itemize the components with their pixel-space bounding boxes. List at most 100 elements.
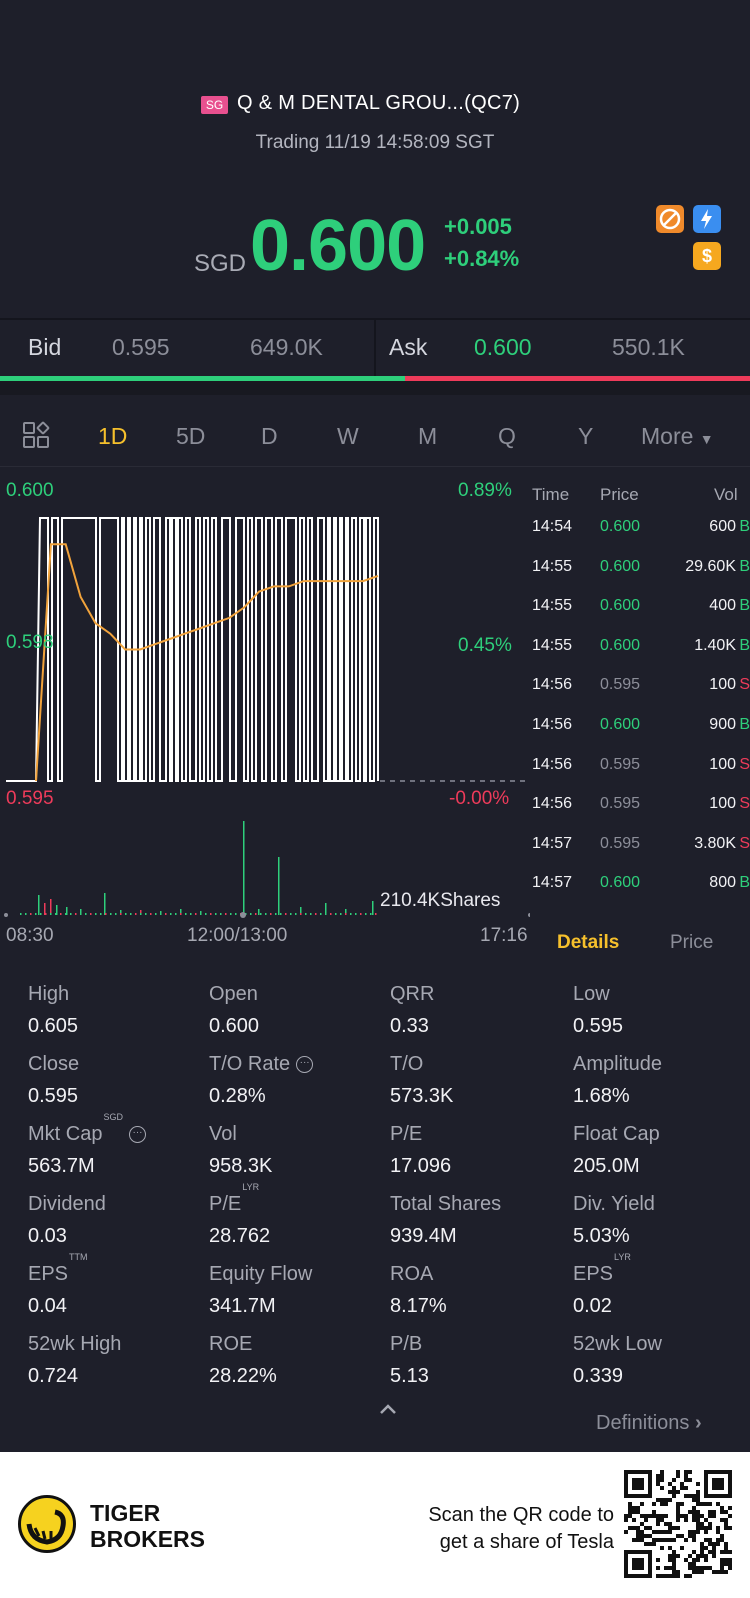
qr-code[interactable] bbox=[624, 1470, 732, 1578]
dollar-icon[interactable]: $ bbox=[693, 242, 721, 270]
volume-bar bbox=[205, 913, 207, 915]
qr-module bbox=[676, 1514, 680, 1518]
layout-grid-icon[interactable] bbox=[22, 421, 50, 454]
qr-module bbox=[696, 1510, 700, 1514]
qr-module bbox=[628, 1514, 632, 1518]
stock-name[interactable]: Q & M DENTAL GROU...(QC7) bbox=[237, 92, 520, 115]
tab-1d[interactable]: 1D bbox=[98, 423, 127, 450]
qr-module bbox=[660, 1470, 664, 1474]
tab-month[interactable]: M bbox=[418, 423, 437, 450]
qr-module bbox=[724, 1526, 728, 1530]
volume-bar bbox=[230, 913, 232, 915]
qr-module bbox=[676, 1474, 680, 1478]
trade-row: 14:56 0.595 100 S bbox=[532, 795, 750, 819]
definitions-label: Definitions bbox=[596, 1412, 690, 1434]
qr-module bbox=[688, 1494, 692, 1498]
lightning-icon[interactable] bbox=[693, 205, 721, 233]
volume-bar bbox=[30, 913, 32, 915]
qr-module bbox=[636, 1510, 640, 1514]
qr-module bbox=[720, 1506, 724, 1510]
qr-module bbox=[660, 1474, 664, 1478]
stat-label: Total Shares bbox=[390, 1193, 501, 1216]
volume-bar bbox=[320, 913, 322, 915]
stat-label-text: ROE bbox=[209, 1333, 253, 1355]
tab-price[interactable]: Price bbox=[670, 932, 713, 954]
qr-module bbox=[724, 1522, 728, 1526]
price-change: +0.005 bbox=[444, 214, 512, 239]
qr-module bbox=[656, 1482, 660, 1486]
qr-module bbox=[648, 1542, 652, 1546]
qr-module bbox=[692, 1494, 696, 1498]
tab-details[interactable]: Details bbox=[557, 932, 619, 954]
qr-module bbox=[688, 1530, 692, 1534]
qr-module bbox=[672, 1562, 676, 1566]
tab-day[interactable]: D bbox=[261, 423, 278, 450]
qr-module bbox=[704, 1546, 708, 1550]
stat-label: P/ELYR bbox=[209, 1182, 259, 1216]
tab-more[interactable]: More ▼ bbox=[641, 423, 714, 450]
volume-bar bbox=[105, 913, 107, 915]
pct-label-bottom: -0.00% bbox=[449, 788, 510, 809]
qr-module bbox=[696, 1502, 700, 1506]
qr-module bbox=[696, 1570, 700, 1574]
trades-header-vol: Vol bbox=[714, 485, 738, 504]
qr-module bbox=[724, 1542, 728, 1546]
intraday-chart[interactable] bbox=[0, 468, 530, 920]
qr-module bbox=[716, 1538, 720, 1542]
qr-module bbox=[656, 1574, 660, 1578]
collapse-chevron-icon[interactable] bbox=[378, 1402, 398, 1421]
info-icon[interactable]: ··· bbox=[128, 1126, 146, 1144]
qr-module bbox=[656, 1498, 660, 1502]
volume-bar bbox=[50, 913, 52, 915]
stat-label-text: T/O bbox=[390, 1053, 424, 1075]
tab-5d[interactable]: 5D bbox=[176, 423, 205, 450]
qr-module bbox=[660, 1538, 664, 1542]
qr-finder bbox=[632, 1478, 644, 1490]
qr-module bbox=[684, 1574, 688, 1578]
qr-module bbox=[656, 1514, 660, 1518]
stat-label-sup: LYR bbox=[242, 1182, 260, 1193]
qr-module bbox=[668, 1498, 672, 1502]
qr-module bbox=[644, 1542, 648, 1546]
qr-module bbox=[672, 1554, 676, 1558]
trade-volume: 29.60K bbox=[685, 557, 736, 575]
volume-bar bbox=[275, 913, 277, 915]
qr-module bbox=[664, 1502, 668, 1506]
volume-bar bbox=[310, 913, 312, 915]
qr-module bbox=[704, 1526, 708, 1530]
qr-module bbox=[664, 1498, 668, 1502]
stat-value: 958.3K bbox=[209, 1155, 273, 1177]
definitions-link[interactable]: Definitions › bbox=[596, 1412, 702, 1435]
volume-bar bbox=[340, 913, 342, 915]
qr-module bbox=[648, 1534, 652, 1538]
info-icon[interactable]: ··· bbox=[296, 1056, 314, 1074]
volume-bar bbox=[45, 913, 47, 915]
volume-bars bbox=[20, 821, 377, 915]
stat-value: 0.339 bbox=[573, 1365, 624, 1387]
stat-label[interactable]: T/O Rate ··· bbox=[209, 1053, 314, 1076]
volume-bar bbox=[300, 913, 302, 915]
qr-module bbox=[700, 1546, 704, 1550]
volume-bar bbox=[115, 913, 117, 915]
qr-module bbox=[696, 1522, 700, 1526]
stat-label: Low bbox=[573, 983, 610, 1006]
trades-header-time: Time bbox=[532, 485, 570, 504]
volume-bar bbox=[345, 913, 347, 915]
qr-module bbox=[640, 1534, 644, 1538]
trade-volume: 800 bbox=[709, 874, 736, 892]
qr-module bbox=[660, 1518, 664, 1522]
tab-year[interactable]: Y bbox=[578, 423, 593, 450]
volume-bar bbox=[260, 913, 262, 915]
qr-module bbox=[688, 1574, 692, 1578]
stat-label[interactable]: Mkt CapSGD ··· bbox=[28, 1112, 146, 1146]
promo-line2: get a share of Tesla bbox=[439, 1531, 614, 1553]
no-entry-icon[interactable] bbox=[656, 205, 684, 233]
trade-side: S bbox=[739, 676, 750, 694]
qr-finder bbox=[632, 1558, 644, 1570]
qr-module bbox=[656, 1522, 660, 1526]
tab-week[interactable]: W bbox=[337, 423, 359, 450]
qr-module bbox=[680, 1502, 684, 1506]
stat-label: EPSLYR bbox=[573, 1252, 631, 1286]
stat-label-text: Mkt Cap bbox=[28, 1123, 103, 1145]
tab-quarter[interactable]: Q bbox=[498, 423, 516, 450]
